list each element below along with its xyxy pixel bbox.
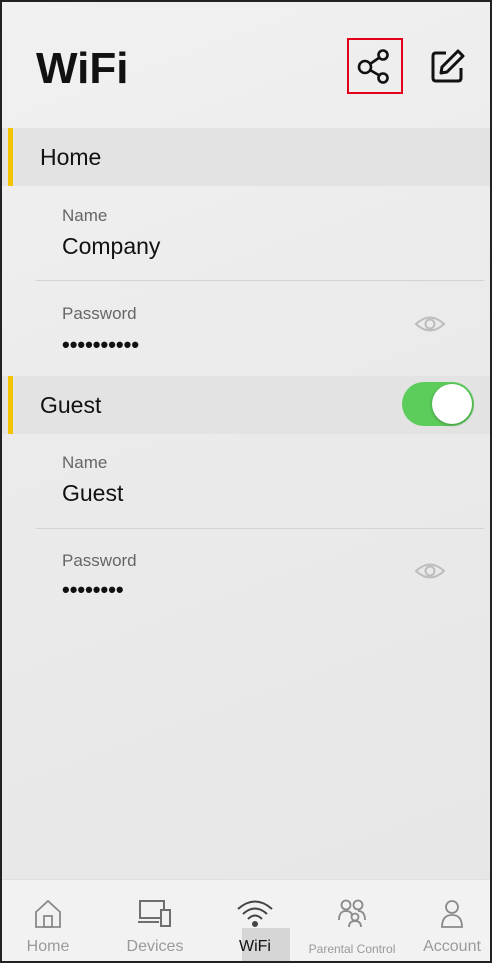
nav-home[interactable]: Home <box>12 880 84 961</box>
show-password-eye-icon[interactable] <box>414 560 446 582</box>
wifi-icon <box>237 900 273 927</box>
bottom-nav: Home Devices WiFi Parental Control Accou… <box>2 879 490 961</box>
guest-network-toggle[interactable] <box>402 382 474 426</box>
account-icon <box>441 900 463 928</box>
nav-wifi-label: WiFi <box>239 938 271 955</box>
page-title: WiFi <box>36 44 129 93</box>
guest-name-value[interactable]: Guest <box>62 480 123 507</box>
share-button[interactable] <box>347 38 403 94</box>
toggle-knob <box>432 384 472 424</box>
nav-parental-control-label: Parental Control <box>308 942 396 956</box>
home-name-value[interactable]: Company <box>62 233 160 260</box>
nav-wifi[interactable]: WiFi <box>224 880 286 961</box>
devices-icon <box>138 900 171 927</box>
wifi-screen: WiFi Home Name Company Password ••••••••… <box>0 0 492 963</box>
home-name-label: Name <box>62 206 108 225</box>
divider <box>36 280 484 281</box>
accent-bar <box>8 376 13 434</box>
nav-account[interactable]: Account <box>412 880 490 961</box>
guest-name-label: Name <box>62 453 108 472</box>
home-network-label: Home <box>40 144 102 170</box>
show-password-eye-icon[interactable] <box>414 313 446 335</box>
accent-bar <box>8 128 13 186</box>
edit-icon <box>431 49 465 83</box>
guest-password-value[interactable]: •••••••• <box>62 577 124 603</box>
nav-parental-control[interactable]: Parental Control <box>298 880 406 961</box>
home-network-header: Home <box>2 128 490 186</box>
share-icon <box>357 49 389 84</box>
nav-account-label: Account <box>423 938 481 955</box>
header: WiFi <box>2 2 490 127</box>
nav-devices[interactable]: Devices <box>112 880 198 961</box>
edit-button[interactable] <box>420 38 476 94</box>
guest-network-label: Guest <box>40 392 102 418</box>
nav-home-label: Home <box>26 938 70 955</box>
home-icon <box>35 899 61 928</box>
divider <box>36 528 484 529</box>
home-password-label: Password <box>62 304 137 323</box>
guest-password-label: Password <box>62 551 137 570</box>
home-password-value[interactable]: •••••••••• <box>62 332 139 358</box>
parental-control-icon <box>338 899 366 928</box>
nav-devices-label: Devices <box>126 938 184 955</box>
